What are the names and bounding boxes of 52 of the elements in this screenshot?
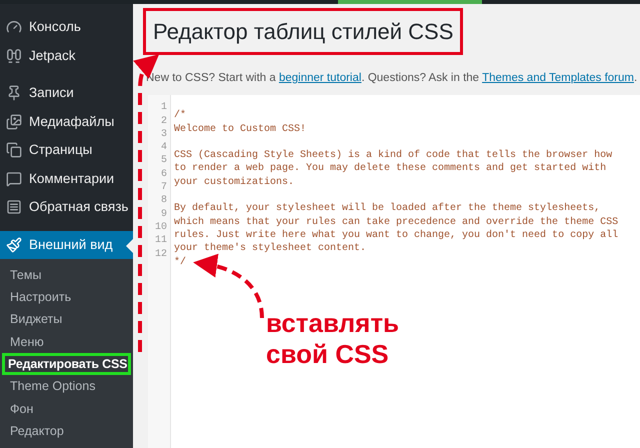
help-link[interactable]: beginner tutorial [278, 72, 362, 84]
form-icon [6, 199, 22, 216]
code-line: rules. Just write here what you want to change, you don't need to copy all [174, 230, 618, 241]
submenu-item[interactable]: Меню [2, 330, 131, 354]
menu-item[interactable]: Записи [0, 79, 133, 108]
page-title: Редактор таблиц стилей CSS [143, 8, 464, 55]
line-number: 8 [160, 194, 167, 208]
code-line: which means that your rules can take precedence and override the theme CSS [174, 216, 618, 228]
code-line: to render a web page. You may delete these comments and get started with [174, 163, 606, 174]
line-number: 10 [154, 220, 167, 234]
line-number: 6 [160, 168, 167, 182]
menu-item[interactable]: Страницы [0, 136, 133, 164]
menu-item[interactable]: Комментарии [0, 164, 133, 193]
images-icon [6, 114, 22, 130]
menu-item[interactable]: Jetpack [0, 42, 133, 70]
line-number: 2 [160, 114, 167, 128]
line-number: 4 [160, 141, 167, 154]
line-number: 7 [160, 181, 167, 194]
code-line: /* [174, 110, 186, 122]
code-line: Welcome to Custom CSS! [174, 124, 306, 135]
pin-icon [6, 85, 22, 102]
submenu-item[interactable]: Редактор [2, 420, 131, 442]
code-line: */ [174, 256, 186, 268]
submenu-item[interactable]: Темы [2, 264, 131, 286]
line-number: 9 [160, 208, 167, 221]
menu-item[interactable]: Обратная связь [0, 193, 133, 222]
line-number: 12 [154, 248, 167, 261]
pages-icon [6, 142, 22, 158]
dashed-arrow [193, 254, 264, 318]
help-link[interactable]: Themes and Templates forum [482, 72, 634, 84]
line-number: 3 [160, 128, 167, 142]
speech-bubble-icon [6, 170, 22, 187]
menu-item[interactable]: Внешний вид [0, 230, 133, 259]
linked-bars-icon [6, 48, 22, 64]
menu-item[interactable]: Медиафайлы [0, 108, 133, 136]
callout-text: вставлять свой CSS [266, 308, 400, 370]
submenu-item[interactable]: Theme Options [2, 375, 131, 398]
submenu-item[interactable]: Редактировать CSS [2, 353, 131, 376]
line-number: 11 [154, 234, 167, 248]
code-line: By default, your stylesheet will be loaded after the theme stylesheets, [174, 203, 600, 214]
menu-item[interactable]: Консоль [0, 13, 133, 42]
code-editor[interactable] [148, 95, 640, 448]
code-line: CSS (Cascading Style Sheets) is a kind of code that tells the browser how [174, 150, 612, 162]
submenu-item[interactable]: Виджеты [2, 308, 131, 331]
line-number: 5 [160, 154, 167, 168]
submenu-item[interactable]: Фон [2, 398, 131, 420]
brush-icon [6, 236, 22, 253]
code-line: your customizations. [174, 176, 294, 188]
line-number: 1 [160, 101, 167, 115]
gauge-icon [6, 19, 22, 36]
submenu-item[interactable]: Настроить [2, 286, 131, 309]
code-line: your theme's stylesheet content. [174, 243, 366, 254]
